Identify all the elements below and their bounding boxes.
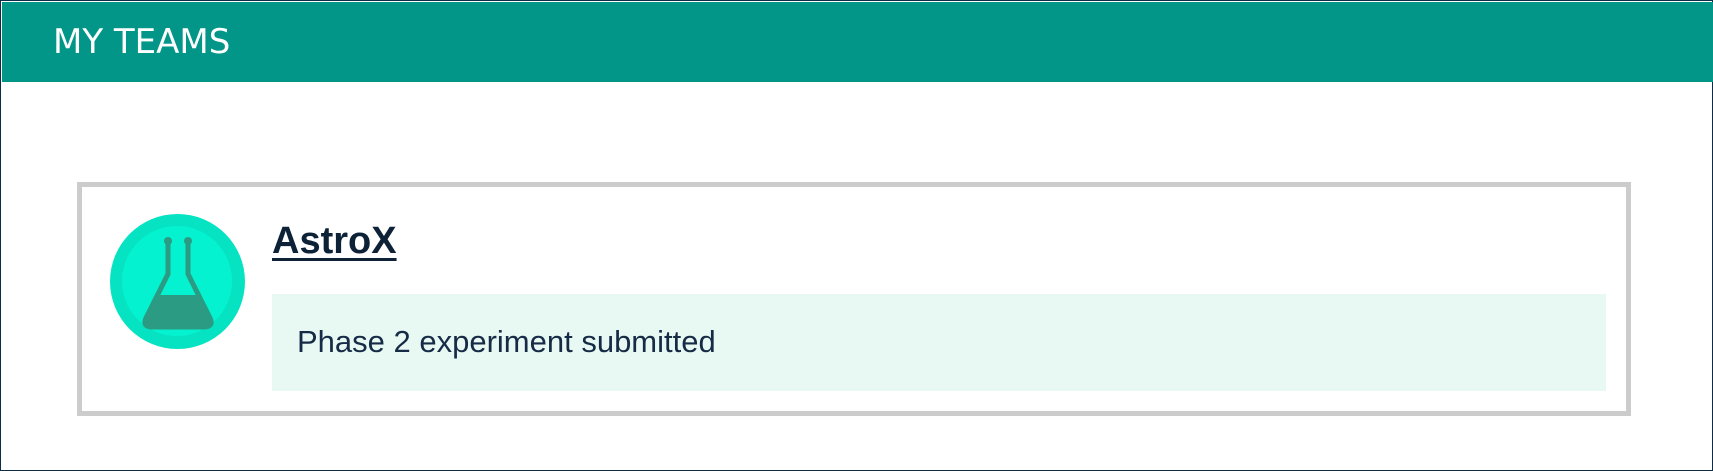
team-avatar xyxy=(110,214,245,349)
page-header: MY TEAMS xyxy=(2,2,1713,82)
team-status-box: Phase 2 experiment submitted xyxy=(272,294,1606,391)
team-name-link[interactable]: AstroX xyxy=(272,216,397,266)
page-title: MY TEAMS xyxy=(53,22,231,62)
flask-icon xyxy=(142,237,214,330)
team-status-text: Phase 2 experiment submitted xyxy=(297,324,716,359)
page-frame: MY TEAMS AstroX Phase 2 experiment submi… xyxy=(0,0,1713,471)
